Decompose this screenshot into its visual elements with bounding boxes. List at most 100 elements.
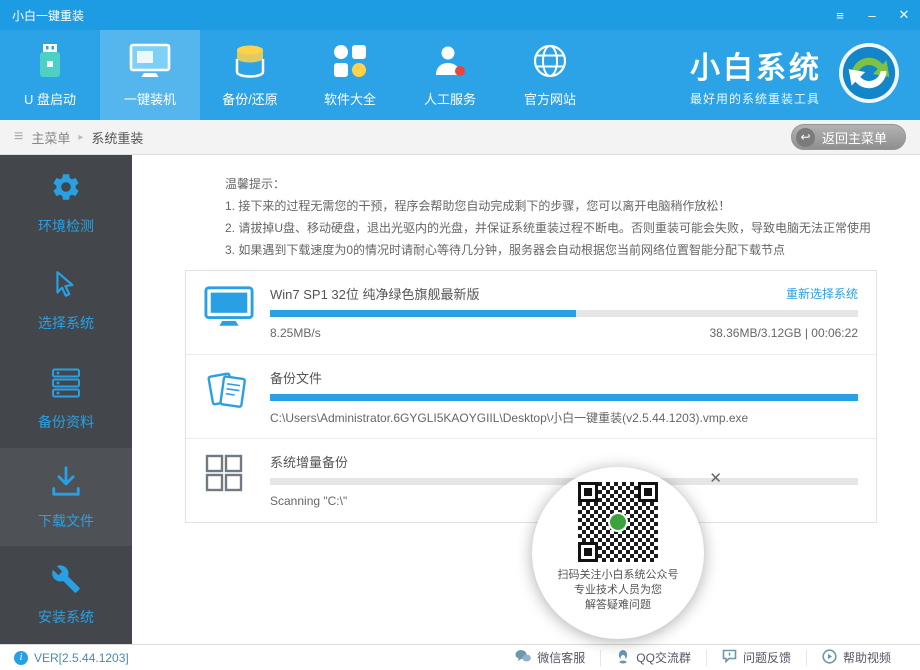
gear-icon (50, 171, 82, 206)
person-icon (432, 42, 468, 80)
back-button-label: 返回主菜单 (822, 128, 887, 147)
tips-block: 温馨提示： 1. 接下来的过程无需您的干预，程序会帮助您自动完成剩下的步骤，您可… (225, 173, 877, 261)
usb-drive-icon (35, 42, 65, 80)
qr-caption-line: 专业技术人员为您 (558, 583, 679, 598)
nav-item-backup-restore[interactable]: 备份/还原 (200, 30, 300, 120)
nav-label: U 盘启动 (24, 89, 76, 108)
documents-icon (204, 367, 270, 426)
wechat-icon (515, 649, 531, 666)
download-title: Win7 SP1 32位 纯净绿色旗舰最新版 (270, 284, 480, 303)
breadcrumb-bar: ≡ 主菜单 ▸ 系统重装 ↩ 返回主菜单 (0, 120, 920, 155)
sidebar-item-download-files[interactable]: 下载文件 (0, 448, 132, 546)
help-video-link[interactable]: 帮助视频 (806, 650, 906, 666)
qr-finder (638, 482, 658, 502)
nav-item-usb-boot[interactable]: U 盘启动 (0, 30, 100, 120)
tip-line: 1. 接下来的过程无需您的干预，程序会帮助您自动完成剩下的步骤，您可以离开电脑稍… (225, 195, 877, 217)
brand: 小白系统 最好用的系统重装工具 (690, 30, 920, 120)
qr-caption: 扫码关注小白系统公众号 专业技术人员为您 解答疑难问题 (558, 568, 679, 613)
backup-progress-bar (270, 394, 858, 401)
list-icon: ≡ (14, 128, 23, 146)
qr-center-logo-icon (608, 512, 628, 532)
sidebar-item-backup-data[interactable]: 备份资料 (0, 351, 132, 449)
minimize-button[interactable]: – (856, 0, 888, 30)
footer-link-label: 微信客服 (537, 649, 585, 666)
backup-progress-fill (270, 394, 858, 401)
monitor-icon (204, 283, 270, 342)
titlebar: 小白一键重装 ≡ – ✕ (0, 0, 920, 30)
incremental-title: 系统增量备份 (270, 452, 348, 471)
sidebar-item-label: 备份资料 (38, 412, 94, 432)
monitor-install-icon (129, 42, 171, 80)
status-bar: i VER[2.5.44.1203] 微信客服 QQ交流群 问题反馈 帮助视频 (0, 644, 920, 670)
sidebar-item-select-system[interactable]: 选择系统 (0, 253, 132, 351)
download-section: Win7 SP1 32位 纯净绿色旗舰最新版 重新选择系统 8.25MB/s 3… (186, 271, 876, 355)
close-button[interactable]: ✕ (888, 0, 920, 30)
nav-label: 官方网站 (524, 89, 576, 108)
breadcrumb-separator-icon: ▸ (78, 132, 83, 143)
back-to-main-menu-button[interactable]: ↩ 返回主菜单 (791, 124, 906, 150)
download-stats: 38.36MB/3.12GB | 00:06:22 (709, 326, 858, 340)
cursor-icon (52, 270, 80, 303)
qq-group-link[interactable]: QQ交流群 (600, 650, 706, 666)
footer-link-label: QQ交流群 (636, 649, 691, 666)
qr-finder (578, 482, 598, 502)
nav-label: 一键装机 (124, 89, 176, 108)
nav-item-official-site[interactable]: 官方网站 (500, 30, 600, 120)
database-icon (233, 42, 267, 80)
wrench-icon (51, 564, 81, 597)
progress-panel: Win7 SP1 32位 纯净绿色旗舰最新版 重新选择系统 8.25MB/s 3… (185, 270, 877, 523)
windows-icon (204, 451, 270, 510)
play-circle-icon (822, 649, 837, 667)
reselect-system-link[interactable]: 重新选择系统 (786, 285, 858, 302)
version-text: VER[2.5.44.1203] (34, 651, 129, 665)
feedback-link[interactable]: 问题反馈 (706, 650, 806, 666)
menu-icon[interactable]: ≡ (824, 0, 856, 30)
sidebar-item-install-system[interactable]: 安装系统 (0, 546, 132, 644)
top-nav: U 盘启动 一键装机 备份/还原 软件大全 人工服务 官方网站 小白系统 最好用… (0, 30, 920, 120)
brand-logo-icon (838, 42, 900, 109)
incremental-backup-section: 系统增量备份 Scanning "C:\" (186, 439, 876, 522)
qq-penguin-icon (616, 649, 630, 667)
version-info: i VER[2.5.44.1203] (14, 651, 129, 665)
download-icon (49, 464, 83, 501)
brand-tagline: 最好用的系统重装工具 (690, 90, 822, 107)
main-area: 环境检测 选择系统 备份资料 下载文件 安装系统 (0, 155, 920, 644)
feedback-bubble-icon (722, 649, 737, 666)
download-progress-bar (270, 310, 858, 317)
nav-item-human-service[interactable]: 人工服务 (400, 30, 500, 120)
apps-grid-icon (332, 42, 368, 80)
nav-item-software[interactable]: 软件大全 (300, 30, 400, 120)
download-speed: 8.25MB/s (270, 326, 321, 340)
window-title: 小白一键重装 (12, 7, 84, 24)
content-area: 温馨提示： 1. 接下来的过程无需您的干预，程序会帮助您自动完成剩下的步骤，您可… (132, 155, 920, 644)
sidebar: 环境检测 选择系统 备份资料 下载文件 安装系统 (0, 155, 132, 644)
breadcrumb-current: 系统重装 (91, 128, 143, 147)
info-icon: i (14, 651, 28, 665)
qr-caption-line: 扫码关注小白系统公众号 (558, 568, 679, 583)
incremental-status: Scanning "C:\" (270, 494, 347, 508)
tips-title: 温馨提示： (225, 173, 877, 195)
back-arrow-icon: ↩ (796, 128, 815, 147)
qr-finder (578, 542, 598, 562)
globe-icon (532, 42, 568, 80)
qr-popup: ✕ 扫码关注小白系统公众号 专业技术人员为您 解答疑难问题 (532, 467, 704, 639)
sidebar-item-label: 安装系统 (38, 607, 94, 627)
qr-code (578, 482, 658, 562)
qr-close-icon[interactable]: ✕ (709, 469, 722, 487)
backup-file-section: 备份文件 C:\Users\Administrator.6GYGLI5KAOYG… (186, 355, 876, 439)
sidebar-item-label: 环境检测 (38, 216, 94, 236)
nav-label: 备份/还原 (222, 89, 278, 108)
tip-line: 3. 如果遇到下载速度为0的情况时请耐心等待几分钟，服务器会自动根据您当前网络位… (225, 239, 877, 261)
wechat-service-link[interactable]: 微信客服 (500, 650, 600, 666)
nav-label: 人工服务 (424, 89, 476, 108)
sidebar-item-label: 选择系统 (38, 313, 94, 333)
sidebar-item-env-check[interactable]: 环境检测 (0, 155, 132, 253)
backup-title: 备份文件 (270, 368, 322, 387)
breadcrumb-root[interactable]: 主菜单 (31, 128, 70, 147)
server-icon (50, 367, 82, 402)
footer-links: 微信客服 QQ交流群 问题反馈 帮助视频 (500, 650, 906, 666)
footer-link-label: 帮助视频 (843, 649, 891, 666)
qr-caption-line: 解答疑难问题 (558, 598, 679, 613)
brand-name: 小白系统 (690, 43, 822, 87)
nav-item-one-click-install[interactable]: 一键装机 (100, 30, 200, 120)
